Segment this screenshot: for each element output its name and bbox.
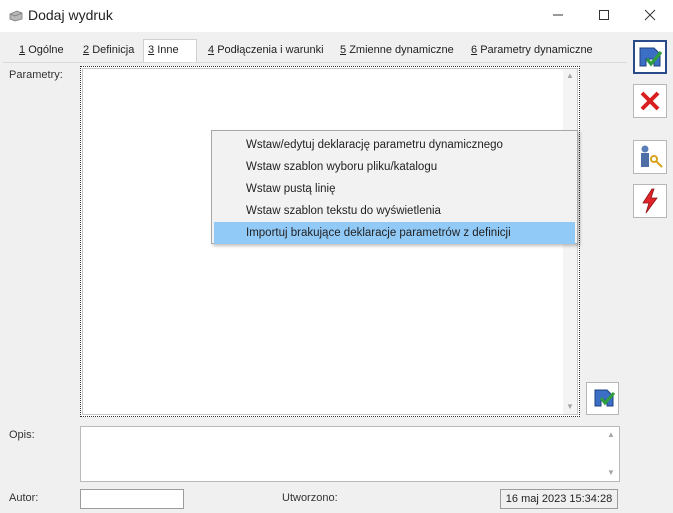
run-button[interactable] xyxy=(633,184,667,218)
tab-number: 6 xyxy=(471,44,478,56)
save-button[interactable] xyxy=(633,40,667,74)
menu-item-wstaw-edytuj-deklaracje[interactable]: Wstaw/edytuj deklarację parametru dynami… xyxy=(214,134,575,156)
lightning-icon xyxy=(642,188,658,214)
save-icon xyxy=(594,389,615,406)
tab-label: Zmienne dynamiczne xyxy=(349,44,454,56)
tab-ogolne[interactable]: 1 Ogólne xyxy=(15,40,68,62)
tab-label: Parametry dynamiczne xyxy=(480,44,593,56)
tab-zmienne-dynamiczne[interactable]: 5 Zmienne dynamiczne xyxy=(336,40,458,62)
import-parameters-button[interactable] xyxy=(586,382,619,415)
tab-label: Podłączenia i warunki xyxy=(217,44,324,56)
permissions-button[interactable] xyxy=(633,140,667,174)
save-icon xyxy=(639,47,663,67)
opis-scrollbar[interactable]: ▲ ▼ xyxy=(604,428,618,480)
close-icon xyxy=(644,9,656,21)
maximize-icon xyxy=(599,10,609,20)
scroll-up-arrow-icon[interactable]: ▲ xyxy=(563,69,577,83)
cancel-icon xyxy=(640,91,660,111)
tab-number: 2 xyxy=(83,44,90,56)
scroll-up-arrow-icon[interactable]: ▲ xyxy=(604,428,618,442)
tab-podlaczenia[interactable]: 4 Podłączenia i warunki xyxy=(204,40,328,62)
title-bar: Dodaj wydruk xyxy=(0,0,673,32)
context-menu: Wstaw/edytuj deklarację parametru dynami… xyxy=(211,130,578,244)
parametry-label: Parametry: xyxy=(9,69,63,81)
minimize-button[interactable] xyxy=(535,0,581,30)
minimize-icon xyxy=(553,14,563,16)
window-app-icon xyxy=(9,10,23,22)
tab-label: Ogólne xyxy=(28,44,64,56)
menu-item-wstaw-pusta-linie[interactable]: Wstaw pustą linię xyxy=(214,178,575,200)
tab-number: 3 xyxy=(148,44,155,56)
autor-input[interactable] xyxy=(80,489,184,509)
tab-number: 4 xyxy=(208,44,215,56)
opis-textarea[interactable]: ▲ ▼ xyxy=(80,426,620,482)
tab-parametry-dynamiczne[interactable]: 6 Parametry dynamiczne xyxy=(467,40,597,62)
opis-label: Opis: xyxy=(9,429,35,441)
scroll-down-arrow-icon[interactable]: ▼ xyxy=(604,466,618,480)
cancel-button[interactable] xyxy=(633,84,667,118)
user-key-icon xyxy=(641,145,663,168)
window-title: Dodaj wydruk xyxy=(28,7,113,23)
tab-label: Inne xyxy=(157,44,179,56)
tab-inne[interactable]: 3 Inne xyxy=(143,39,197,63)
tab-number: 5 xyxy=(340,44,347,56)
close-button[interactable] xyxy=(627,0,673,30)
menu-item-wstaw-szablon-tekstu[interactable]: Wstaw szablon tekstu do wyświetlenia xyxy=(214,200,575,222)
maximize-button[interactable] xyxy=(581,0,627,30)
tab-definicja[interactable]: 2 Definicja xyxy=(79,40,138,62)
utworzono-label: Utworzono: xyxy=(282,492,338,504)
tab-strip: 1 Ogólne 2 Definicja 3 Inne 4 Podłączeni… xyxy=(5,39,625,63)
menu-item-importuj-brakujace-deklaracje[interactable]: Importuj brakujące deklaracje parametrów… xyxy=(214,222,575,244)
scroll-down-arrow-icon[interactable]: ▼ xyxy=(563,400,577,414)
autor-label: Autor: xyxy=(9,492,39,504)
menu-item-wstaw-szablon-wyboru-pliku[interactable]: Wstaw szablon wyboru pliku/katalogu xyxy=(214,156,575,178)
tab-label: Definicja xyxy=(92,44,135,56)
tab-number: 1 xyxy=(19,44,26,56)
utworzono-value: 16 maj 2023 15:34:28 xyxy=(500,489,618,509)
